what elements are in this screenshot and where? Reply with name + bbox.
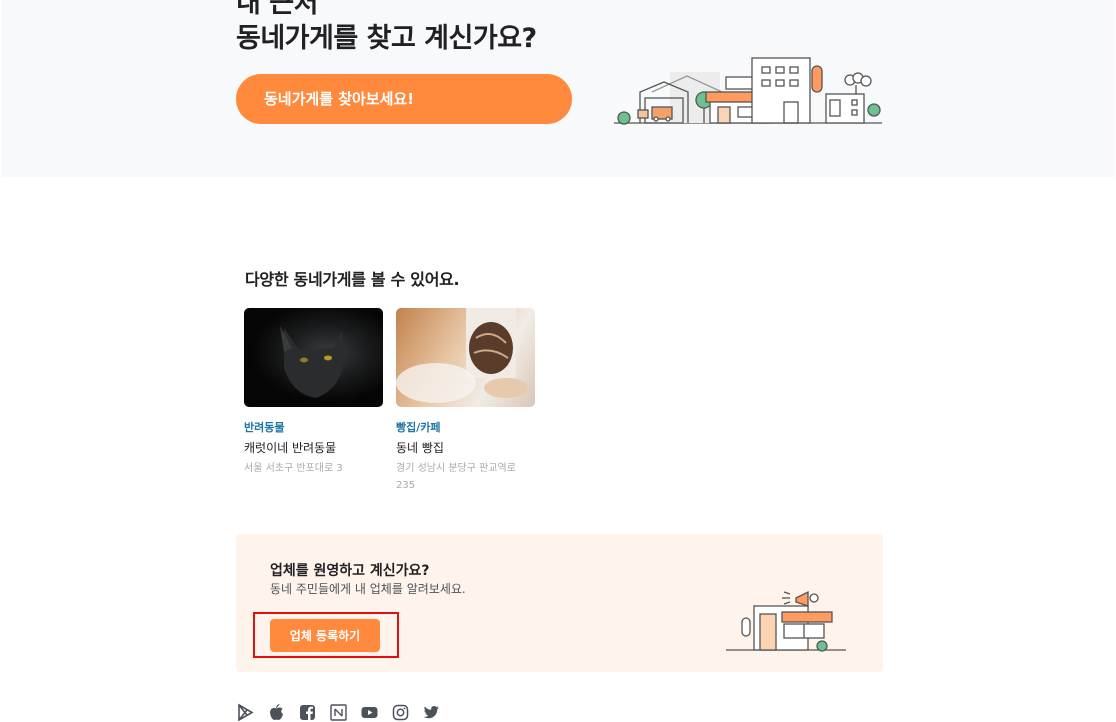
- bakery-photo: [396, 308, 528, 403]
- store-card-name: 캐럿이네 반려동물: [244, 441, 337, 455]
- youtube-icon[interactable]: [360, 703, 379, 722]
- section-title: 다양한 동네가게를 볼 수 있어요.: [245, 270, 460, 289]
- store-card[interactable]: 빵집/카페 동네 빵집 경기 성남시 분당구 판교역로 235: [396, 308, 536, 494]
- store-card-category: 빵집/카페: [396, 421, 441, 434]
- instagram-icon[interactable]: [391, 703, 410, 722]
- cat-photo: [280, 326, 344, 398]
- shop-megaphone-illustration: [726, 590, 846, 652]
- facebook-icon[interactable]: [298, 703, 317, 722]
- hero-title: 내 근처 동네가게를 찾고 계신가요?: [236, 0, 537, 56]
- store-card-address: 서울 서초구 반포대로 3: [244, 463, 343, 474]
- business-register-banner: 업체를 원영하고 계신가요? 동네 주민들에게 내 업체를 알려보세요. 업체 …: [236, 534, 883, 672]
- store-card-image-cat: [244, 308, 383, 407]
- apple-icon[interactable]: [267, 703, 286, 722]
- google-play-icon[interactable]: [236, 703, 255, 722]
- banner-title: 업체를 원영하고 계신가요?: [270, 563, 430, 579]
- store-card-address: 경기 성남시 분당구 판교역로 235: [396, 463, 516, 491]
- banner-description: 동네 주민들에게 내 업체를 알려보세요.: [270, 582, 466, 596]
- hero-title-line1: 내 근처: [236, 0, 318, 19]
- town-illustration: [614, 57, 882, 125]
- hero-title-line2: 동네가게를 찾고 계신가요?: [236, 23, 537, 54]
- naver-icon[interactable]: [329, 703, 348, 722]
- social-links: [236, 702, 441, 722]
- find-store-button[interactable]: 동네가게를 찾아보세요!: [236, 74, 572, 124]
- twitter-icon[interactable]: [422, 703, 441, 722]
- store-card-name: 동네 빵집: [396, 441, 444, 455]
- hero-section: 내 근처 동네가게를 찾고 계신가요? 동네가게를 찾아보세요!: [2, 0, 1115, 177]
- store-card-image-bakery: [396, 308, 535, 407]
- register-business-button[interactable]: 업체 등록하기: [270, 619, 380, 652]
- store-card[interactable]: 반려동물 캐럿이네 반려동물 서울 서초구 반포대로 3: [244, 308, 384, 477]
- store-card-category: 반려동물: [244, 421, 285, 434]
